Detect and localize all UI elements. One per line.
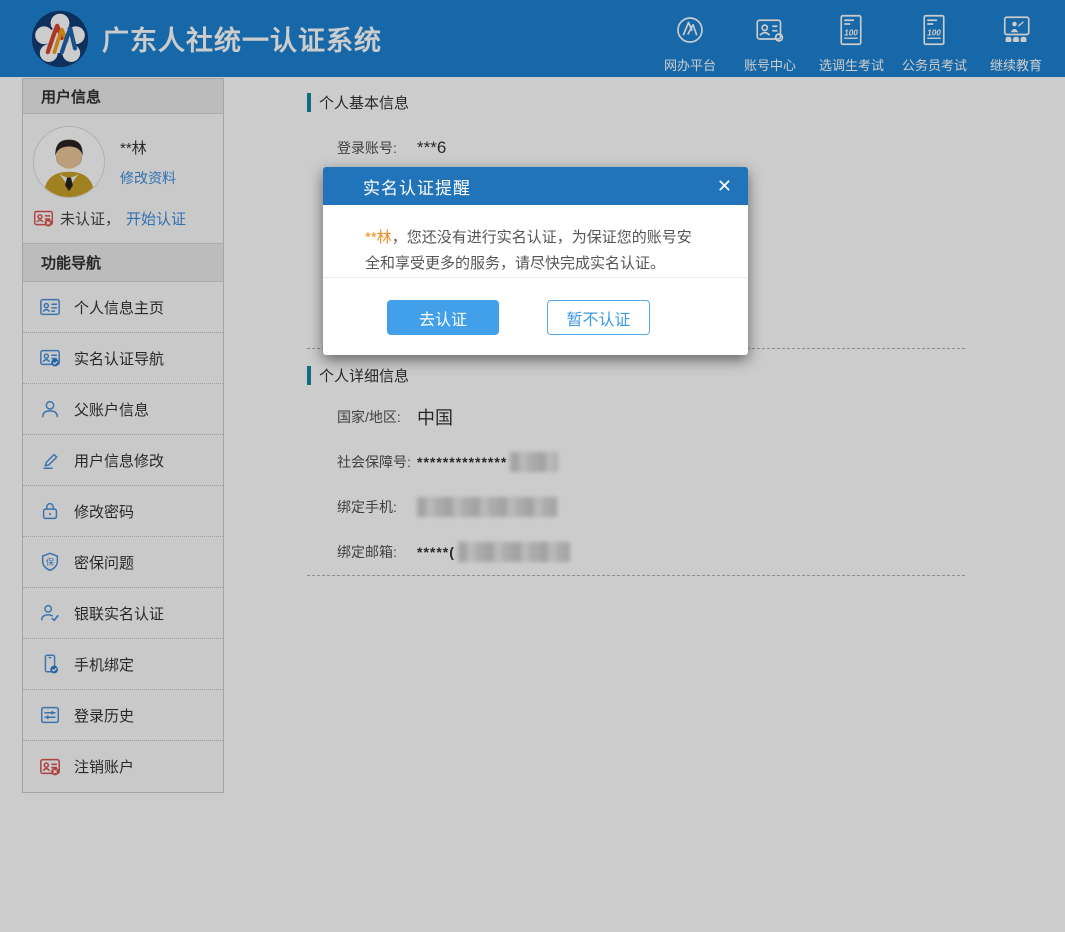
not-now-button[interactable]: 暂不认证 [547,300,650,335]
dialog-header: 实名认证提醒 ✕ [323,167,748,205]
dialog-username-highlight: **林 [365,229,392,246]
go-verify-button[interactable]: 去认证 [387,300,499,335]
modal-backdrop [0,0,1065,932]
close-icon[interactable]: ✕ [717,177,732,195]
dialog-title: 实名认证提醒 [363,174,471,199]
realname-reminder-dialog: 实名认证提醒 ✕ **林，您还没有进行实名认证，为保证您的账号安全和享受更多的服… [323,167,748,355]
dialog-message: **林，您还没有进行实名认证，为保证您的账号安全和享受更多的服务，请尽快完成实名… [323,205,748,278]
dialog-footer: 去认证 暂不认证 [323,278,748,355]
dialog-message-text: ，您还没有进行实名认证，为保证您的账号安全和享受更多的服务，请尽快完成实名认证。 [365,229,692,272]
